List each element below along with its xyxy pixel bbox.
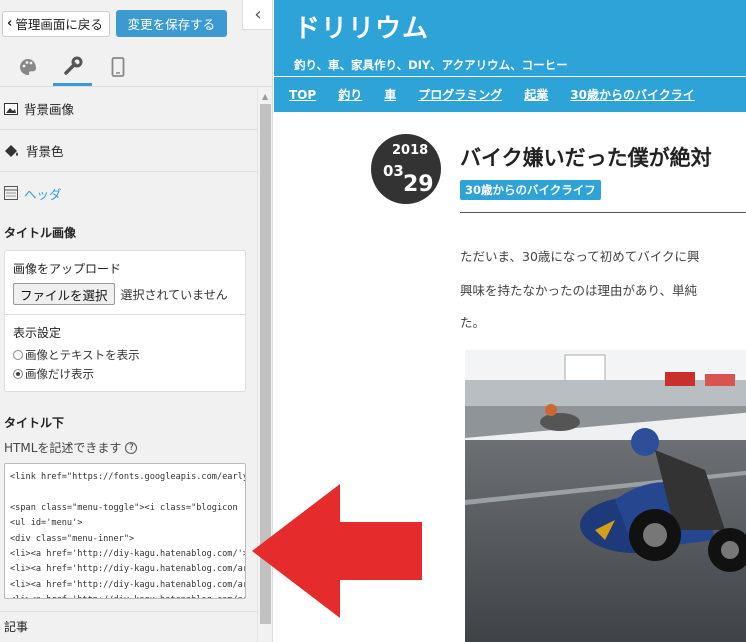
blog-title[interactable]: ドリリウム [294,8,746,45]
help-icon[interactable]: ? [125,441,138,454]
section-header[interactable]: ヘッダ [0,172,257,214]
date-month: 03 [383,162,404,180]
code-line: <span class="menu-toggle"><i class="blog… [10,502,238,513]
code-line: <li><a href='http://diy-kagu.hatenablog.… [10,593,245,598]
post-photo [465,350,746,642]
radio-label: 画像とテキストを表示 [25,348,140,362]
section-background-image[interactable]: 背景画像 [0,88,257,130]
radio-image-and-text[interactable]: 画像とテキストを表示 [13,347,237,363]
section-background-color[interactable]: 背景色 [0,130,257,172]
radio-circle [13,350,23,360]
wrench-icon [63,56,82,75]
blog-nav: TOP 釣り 車 プログラミング 起業 30歳からのバイクライ [274,76,746,112]
section-label: 背景画像 [24,102,75,117]
section-article[interactable]: 記事 [0,611,257,641]
nav-item-programming[interactable]: プログラミング [418,86,502,103]
save-button[interactable]: 変更を保存する [115,10,227,37]
radio-circle-selected [13,369,23,379]
code-line: <link href="https://fonts.googleapis.com… [10,472,246,482]
chevron-left-icon: ‹ [254,4,262,25]
nav-item-bike-life[interactable]: 30歳からのバイクライ [570,86,694,103]
chevron-left-icon: ‹ [7,16,13,31]
post-paragraph: た。 [460,315,486,330]
nav-item-startup[interactable]: 起業 [524,86,548,103]
post-title[interactable]: バイク嫌いだった僕が絶対 [460,142,712,172]
nav-item-car[interactable]: 車 [384,86,396,103]
post-date-badge: 2018 03 29 [371,134,441,204]
section-label: ヘッダ [24,186,62,202]
collapse-panel-button[interactable]: ‹ [242,0,272,30]
code-line: <div class="menu-inner"> [10,533,135,544]
section-label: 背景色 [26,144,64,159]
smartphone-icon [111,57,124,77]
html-hint: HTMLを記述できます ? [0,431,257,456]
nav-item-top[interactable]: TOP [289,88,316,102]
post-paragraph: 興味を持たなかったのは理由があり、単純 [460,283,698,298]
customizer-scroll-area: 背景画像 背景色 ヘッダ タイトル画像 画像をアップロード ファイルを選択 選択… [0,88,257,642]
customizer-tabs [0,47,272,87]
hint-text: HTMLを記述できます [4,441,122,455]
blog-header: ドリリウム 釣り、車、家具作り、DIY、アクアリウム、コーヒー [274,0,746,76]
code-line: <li><a href='http://diy-kagu.hatenablog.… [10,579,246,590]
upload-label: 画像をアップロード [13,262,122,276]
paint-bucket-icon [5,144,18,157]
title-image-heading: タイトル画像 [4,226,77,240]
radio-label: 画像だけ表示 [25,367,94,381]
palette-icon [19,59,36,75]
tab-settings[interactable] [53,48,92,86]
code-line: <ul id='menu'> [10,518,83,529]
date-day: 29 [403,172,434,197]
tab-mobile[interactable] [98,48,137,86]
layout-icon [4,186,18,200]
title-image-box: 画像をアップロード ファイルを選択 選択されていません 表示設定 画像とテキスト… [4,250,246,392]
nav-item-fishing[interactable]: 釣り [338,86,362,103]
tab-design[interactable] [8,48,47,86]
title-divider [460,212,746,213]
title-below-heading: タイトル下 [4,416,65,430]
post-paragraph: ただいま、30歳になって初めてバイクに興 [460,249,700,264]
blog-tagline: 釣り、車、家具作り、DIY、アクアリウム、コーヒー [294,58,568,72]
choose-file-button[interactable]: ファイルを選択 [13,283,115,305]
customizer-panel: ‹ 管理画面に戻る 変更を保存する ‹ 背景画像 背景色 ヘッダ タイトル画像 … [0,0,273,642]
back-label: 管理画面に戻る [15,17,103,32]
date-year: 2018 [392,143,429,158]
file-status: 選択されていません [120,287,228,302]
red-arrow-annotation [252,484,422,618]
image-icon [4,102,18,115]
code-line: <li><a href='http://diy-kagu.hatenablog.… [10,549,246,560]
code-line: <li><a href='http://diy-kagu.hatenablog.… [10,564,246,575]
back-to-admin-button[interactable]: ‹ 管理画面に戻る [2,10,110,37]
category-badge[interactable]: 30歳からのバイクライフ [460,180,601,200]
radio-image-only[interactable]: 画像だけ表示 [13,366,237,382]
display-settings-label: 表示設定 [13,326,62,340]
scroll-up-icon[interactable]: ▲ [262,92,268,101]
customizer-topbar: ‹ 管理画面に戻る 変更を保存する [0,0,272,47]
html-code-textarea[interactable]: <link href="https://fonts.googleapis.com… [4,463,246,599]
